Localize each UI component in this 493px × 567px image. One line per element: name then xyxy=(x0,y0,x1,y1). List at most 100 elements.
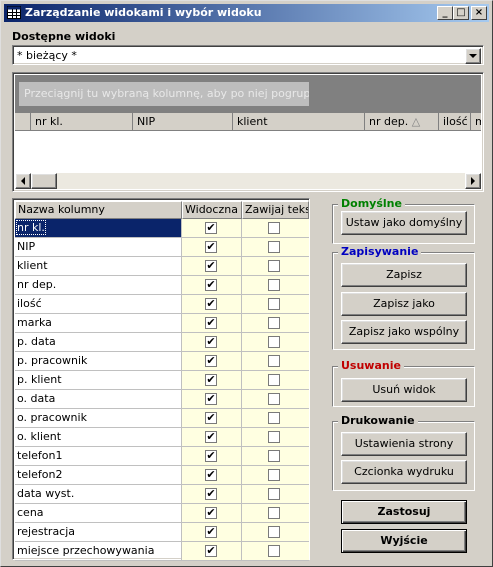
page-setup-button[interactable]: Ustawienia strony xyxy=(341,432,467,456)
table-row[interactable]: marka ✔ xyxy=(15,314,309,333)
visible-checkbox[interactable]: ✔ xyxy=(205,393,217,405)
wrap-text-checkbox[interactable] xyxy=(268,431,280,443)
visible-checkbox[interactable]: ✔ xyxy=(205,412,217,424)
wrap-text-checkbox[interactable] xyxy=(268,374,280,386)
table-row[interactable]: NIP ✔ xyxy=(15,238,309,257)
delete-view-button[interactable]: Usuń widok xyxy=(341,378,467,402)
visible-checkbox[interactable]: ✔ xyxy=(205,374,217,386)
wrap-text-checkbox[interactable] xyxy=(268,317,280,329)
column-name-cell[interactable]: p. data xyxy=(15,333,182,352)
table-row[interactable]: o. klient ✔ xyxy=(15,428,309,447)
column-name-cell[interactable]: klient xyxy=(15,257,182,276)
column-name-cell[interactable]: o. data xyxy=(15,390,182,409)
print-font-button[interactable]: Czcionka wydruku xyxy=(341,460,467,484)
wrap-text-checkbox[interactable] xyxy=(268,241,280,253)
scroll-right-icon[interactable] xyxy=(465,173,481,189)
column-name-cell[interactable]: nr kl. xyxy=(15,219,182,238)
table-row[interactable]: cena ✔ xyxy=(15,504,309,523)
visible-checkbox[interactable]: ✔ xyxy=(205,336,217,348)
table-row[interactable]: p. klient ✔ xyxy=(15,371,309,390)
wrap-text-checkbox[interactable] xyxy=(268,488,280,500)
column-name-cell[interactable]: telefon1 xyxy=(15,447,182,466)
table-row[interactable]: rejestracja ✔ xyxy=(15,523,309,542)
scroll-left-icon[interactable] xyxy=(15,173,31,189)
table-row[interactable]: klient ✔ xyxy=(15,257,309,276)
visible-checkbox[interactable]: ✔ xyxy=(205,545,217,557)
wrap-text-header[interactable]: Zawijaj tekst xyxy=(242,201,309,219)
save-button[interactable]: Zapisz xyxy=(341,263,467,287)
column-name-cell[interactable]: p. klient xyxy=(15,371,182,390)
visible-checkbox[interactable]: ✔ xyxy=(205,222,217,234)
visible-checkbox[interactable]: ✔ xyxy=(205,279,217,291)
group-by-area[interactable]: Przeciągnij tu wybraną kolumnę, aby po n… xyxy=(15,75,481,113)
grid-column-header[interactable]: ilość xyxy=(439,113,471,131)
wrap-text-checkbox[interactable] xyxy=(268,260,280,272)
table-row[interactable]: ilość ✔ xyxy=(15,295,309,314)
scrollbar-thumb[interactable] xyxy=(31,173,57,189)
visible-checkbox[interactable]: ✔ xyxy=(205,260,217,272)
wrap-text-checkbox[interactable] xyxy=(268,507,280,519)
grid-column-header[interactable]: nr kl. xyxy=(31,113,133,131)
column-name-cell[interactable]: NIP xyxy=(15,238,182,257)
wrap-text-checkbox[interactable] xyxy=(268,526,280,538)
save-as-shared-button[interactable]: Zapisz jako wspólny xyxy=(341,320,467,344)
exit-button[interactable]: Wyjście xyxy=(341,529,467,553)
table-row[interactable]: telefon1 ✔ xyxy=(15,447,309,466)
grid-column-header-sorted[interactable]: nr dep. △ xyxy=(365,113,439,131)
table-row[interactable]: o. pracownik ✔ xyxy=(15,409,309,428)
column-name-cell[interactable]: cena xyxy=(15,504,182,523)
wrap-text-checkbox[interactable] xyxy=(268,298,280,310)
table-row[interactable]: miejsce przechowywania ✔ xyxy=(15,542,309,561)
wrap-text-checkbox[interactable] xyxy=(268,393,280,405)
wrap-text-checkbox[interactable] xyxy=(268,355,280,367)
save-as-button[interactable]: Zapisz jako xyxy=(341,292,467,316)
wrap-text-checkbox[interactable] xyxy=(268,412,280,424)
grid-column-header[interactable]: klient xyxy=(233,113,365,131)
visible-checkbox[interactable]: ✔ xyxy=(205,526,217,538)
visible-checkbox[interactable]: ✔ xyxy=(205,488,217,500)
visible-checkbox[interactable]: ✔ xyxy=(205,241,217,253)
set-default-button[interactable]: Ustaw jako domyślny xyxy=(341,211,467,235)
visible-checkbox[interactable]: ✔ xyxy=(205,431,217,443)
visible-checkbox[interactable]: ✔ xyxy=(205,355,217,367)
wrap-text-checkbox[interactable] xyxy=(268,469,280,481)
close-button[interactable]: × xyxy=(471,6,487,20)
visible-checkbox[interactable]: ✔ xyxy=(205,298,217,310)
visible-header[interactable]: Widoczna xyxy=(182,201,242,219)
grid-column-header[interactable]: NIP xyxy=(133,113,233,131)
wrap-text-checkbox[interactable] xyxy=(268,545,280,557)
column-name-cell[interactable]: miejsce przechowywania xyxy=(15,542,182,561)
wrap-text-checkbox[interactable] xyxy=(268,450,280,462)
table-row[interactable]: p. pracownik ✔ xyxy=(15,352,309,371)
column-name-cell[interactable]: o. klient xyxy=(15,428,182,447)
column-name-cell[interactable]: telefon2 xyxy=(15,466,182,485)
table-row[interactable]: p. data ✔ xyxy=(15,333,309,352)
table-row[interactable]: nr dep. ✔ xyxy=(15,276,309,295)
table-row[interactable]: o. data ✔ xyxy=(15,390,309,409)
visible-checkbox[interactable]: ✔ xyxy=(205,507,217,519)
visible-checkbox[interactable]: ✔ xyxy=(205,469,217,481)
column-name-cell[interactable]: rejestracja xyxy=(15,523,182,542)
title-bar[interactable]: Zarządzanie widokami i wybór widoku _ □ … xyxy=(4,4,489,22)
minimize-button[interactable]: _ xyxy=(437,6,453,20)
column-name-cell[interactable]: p. pracownik xyxy=(15,352,182,371)
column-name-header[interactable]: Nazwa kolumny xyxy=(15,201,182,219)
visible-checkbox[interactable]: ✔ xyxy=(205,450,217,462)
visible-checkbox[interactable]: ✔ xyxy=(205,317,217,329)
chevron-down-icon[interactable] xyxy=(465,48,481,64)
column-name-cell[interactable]: nr dep. xyxy=(15,276,182,295)
column-name-cell[interactable]: o. pracownik xyxy=(15,409,182,428)
grid-column-header[interactable]: m xyxy=(471,113,481,131)
column-name-cell[interactable]: data wyst. xyxy=(15,485,182,504)
wrap-text-checkbox[interactable] xyxy=(268,279,280,291)
maximize-button[interactable]: □ xyxy=(453,6,469,20)
views-dropdown[interactable]: * bieżący * xyxy=(12,45,484,65)
wrap-text-checkbox[interactable] xyxy=(268,222,280,234)
apply-button[interactable]: Zastosuj xyxy=(341,500,467,524)
horizontal-scrollbar[interactable] xyxy=(15,173,481,189)
table-row[interactable]: nr kl. ✔ xyxy=(15,219,309,238)
table-row[interactable]: telefon2 ✔ xyxy=(15,466,309,485)
column-name-cell[interactable]: ilość xyxy=(15,295,182,314)
table-row[interactable]: data wyst. ✔ xyxy=(15,485,309,504)
column-name-cell[interactable]: marka xyxy=(15,314,182,333)
